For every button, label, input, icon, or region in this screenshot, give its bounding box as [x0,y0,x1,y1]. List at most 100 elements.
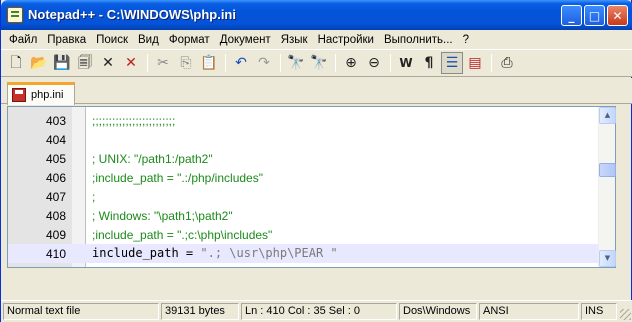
menu-format[interactable]: Формат [164,34,215,46]
open-file-button[interactable]: 📂 [28,52,50,74]
tab-strip: php.ini [1,78,632,105]
menu-help[interactable]: ? [458,34,474,46]
current-code-line[interactable]: 410 include_path = ".; \usr\php\PEAR " [8,244,599,263]
editor[interactable]: 403 ;;;;;;;;;;;;;;;;;;;;;;;;; 404 405 ; … [7,106,616,268]
new-file-icon: 🗋 [10,55,22,71]
ini-value: ".; \usr\php\PEAR " [200,246,338,260]
close-window-button[interactable]: ✕ [607,5,628,26]
status-file-type: Normal text file [3,303,159,320]
word-wrap-button[interactable]: W [395,52,417,74]
line-number: 406 [45,171,66,185]
show-all-chars-button[interactable]: ¶ [418,52,440,74]
status-file-size: 39131 bytes [161,303,239,320]
toolbar: 🗋 📂 💾 🗐 ✕ ✕ ✂ ⎘ 📋 ↶ ↷ 🔭 🔭 ⊕ ⊖ W ¶ ☰ ▤ ⎙ [1,49,632,77]
pilcrow-icon: ¶ [424,55,434,71]
undo-button[interactable]: ↶ [230,52,252,74]
code-line[interactable]: 409 ;include_path = ".;c:\php\includes" [8,225,599,244]
close-file-button[interactable]: ✕ [97,52,119,74]
close-all-button[interactable]: ✕ [120,52,142,74]
toolbar-separator [225,54,226,72]
word-wrap-icon: W [399,56,413,70]
print-icon: ⎙ [501,55,513,71]
code-line[interactable]: 407 ; [8,187,599,206]
toolbar-separator [491,54,492,72]
redo-icon: ↷ [258,55,270,71]
copy-button[interactable]: ⎘ [175,52,197,74]
line-number: 408 [45,209,66,223]
line-number: 407 [45,190,66,204]
menu-document[interactable]: Документ [215,34,276,46]
scroll-down-button[interactable]: ▼ [599,250,616,267]
line-number: 409 [45,228,66,242]
arrow-down-icon: ▼ [604,254,611,262]
tab-php-ini[interactable]: php.ini [7,82,75,105]
menu-search[interactable]: Поиск [91,34,133,46]
code-line[interactable]: 404 [8,130,599,149]
replace-button[interactable]: 🔭 [308,52,330,74]
indent-guide-button[interactable]: ☰ [441,52,463,74]
paste-icon: 📋 [200,55,218,71]
tab-label: php.ini [31,89,64,101]
scroll-up-button[interactable]: ▲ [599,107,616,124]
title-bar[interactable]: Notepad++ - C:\WINDOWS\php.ini _ □ ✕ [1,0,632,30]
menu-settings[interactable]: Настройки [313,34,379,46]
new-file-button[interactable]: 🗋 [5,52,27,74]
notepad-window: Notepad++ - C:\WINDOWS\php.ini _ □ ✕ Фай… [0,0,632,322]
zoom-in-button[interactable]: ⊕ [340,52,362,74]
maximize-icon: □ [588,8,601,23]
toolbar-separator [147,54,148,72]
resize-grip[interactable] [620,309,631,320]
cut-icon: ✂ [157,55,169,71]
line-text: include_path = ".; \usr\php\PEAR " [92,246,338,260]
redo-button[interactable]: ↷ [253,52,275,74]
close-file-icon: ✕ [102,55,114,71]
code-line[interactable]: 405 ; UNIX: "/path1:/path2" [8,149,599,168]
status-bar: Normal text file 39131 bytes Ln : 410 Co… [1,300,632,322]
scroll-thumb[interactable] [599,163,616,177]
vertical-scrollbar[interactable]: ▲ ▼ [598,107,616,267]
status-insert-mode: INS [581,303,617,320]
save-all-icon: 🗐 [78,55,92,71]
print-button[interactable]: ⎙ [496,52,518,74]
zoom-out-button[interactable]: ⊖ [363,52,385,74]
toolbar-separator [280,54,281,72]
status-eol-format: Dos\Windows [399,303,477,320]
user-lang-button[interactable]: ▤ [464,52,486,74]
line-number: 410 [45,247,66,261]
undo-icon: ↶ [235,55,247,71]
line-text: ; Windows: "\path1;\path2" [92,209,233,223]
code-line[interactable]: 406 ;include_path = ".:/php/includes" [8,168,599,187]
paste-button[interactable]: 📋 [198,52,220,74]
line-number: 404 [45,133,66,147]
toolbar-separator [335,54,336,72]
maximize-button[interactable]: □ [584,5,605,26]
minimize-button[interactable]: _ [561,5,582,26]
editor-lines[interactable]: 403 ;;;;;;;;;;;;;;;;;;;;;;;;; 404 405 ; … [8,107,599,267]
menu-run[interactable]: Выполнить... [379,34,458,46]
notepad-app-icon[interactable] [7,7,23,23]
menu-file[interactable]: Файл [4,34,42,46]
arrow-up-icon: ▲ [604,111,611,119]
menu-edit[interactable]: Правка [42,34,91,46]
status-encoding: ANSI [479,303,579,320]
line-text: ; UNIX: "/path1:/path2" [92,152,213,166]
save-icon: 💾 [53,55,71,71]
line-text: ; [92,190,96,204]
status-cursor-position: Ln : 410 Col : 35 Sel : 0 [241,303,397,320]
find-button[interactable]: 🔭 [285,52,307,74]
menu-view[interactable]: Вид [133,34,164,46]
menu-language[interactable]: Язык [276,34,313,46]
close-icon: ✕ [612,8,623,23]
file-saved-icon [12,88,26,102]
save-button[interactable]: 💾 [51,52,73,74]
code-line[interactable]: 408 ; Windows: "\path1;\path2" [8,206,599,225]
save-all-button[interactable]: 🗐 [74,52,96,74]
user-lang-icon: ▤ [468,55,482,71]
open-file-icon: 📂 [30,55,48,71]
cut-button[interactable]: ✂ [152,52,174,74]
copy-icon: ⎘ [180,55,192,71]
code-line[interactable]: 403 ;;;;;;;;;;;;;;;;;;;;;;;;; [8,111,599,130]
zoom-out-icon: ⊖ [368,55,380,71]
line-text: ;include_path = ".;c:\php\includes" [92,228,273,242]
minimize-icon: _ [568,8,575,23]
